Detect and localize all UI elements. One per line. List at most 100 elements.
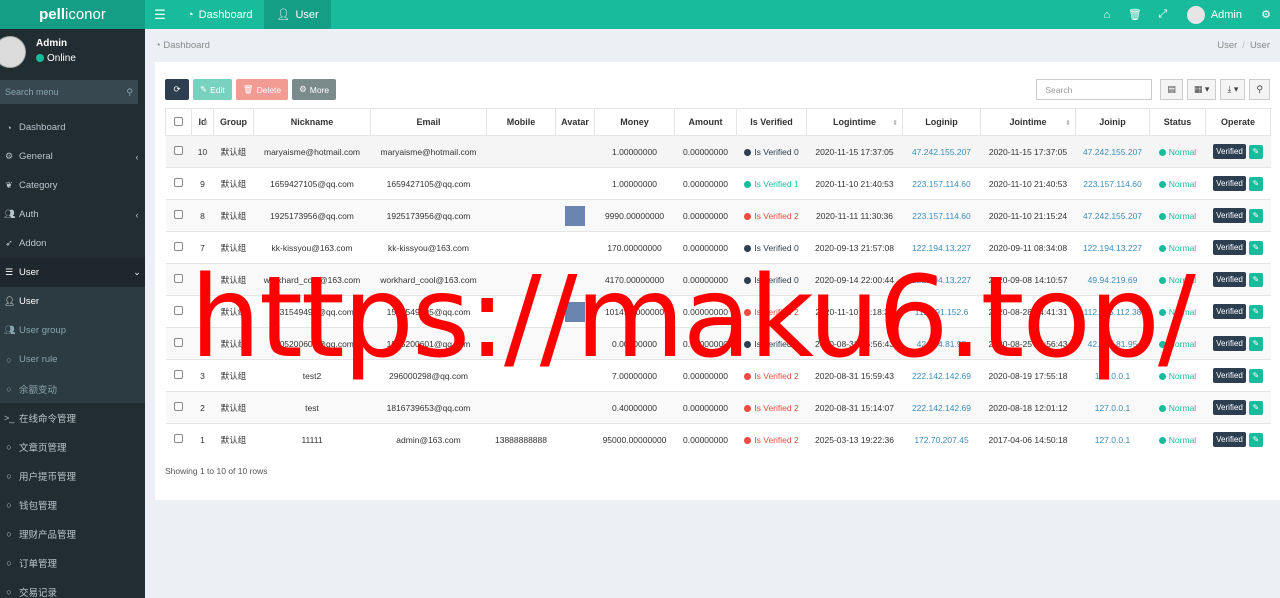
cell-joinip-text[interactable]: 47.242.155.207	[1083, 211, 1142, 221]
sidebar-item-0[interactable]: ◔ Dashboard	[0, 113, 145, 142]
delete-button[interactable]: 🗑︎ Delete	[235, 79, 289, 100]
status-text[interactable]: Normal	[1169, 403, 1196, 413]
cell-verified[interactable]: Is Verified 0	[736, 327, 807, 360]
column-header-6[interactable]: Avatar	[555, 108, 595, 136]
verified-text[interactable]: Is Verified 0	[754, 243, 798, 253]
verified-button[interactable]: Verified	[1213, 240, 1246, 255]
edit-row-button[interactable]: ✎	[1248, 144, 1263, 159]
table-row[interactable]: 1 默认组 11111 admin@163.com 13888888888 95000.0…	[165, 423, 1271, 456]
table-row[interactable]: 6 默认组 workhard_cool@163.com workhard_cool@1…	[165, 263, 1271, 296]
verified-text[interactable]: Is Verified 2	[754, 307, 798, 317]
status-text[interactable]: Normal	[1169, 435, 1196, 445]
sidebar-item-3[interactable]: 👥︎ Auth ‹	[0, 200, 145, 229]
checkbox-icon[interactable]	[174, 178, 183, 187]
cell-loginip-text[interactable]: 223.157.114.60	[912, 179, 970, 189]
checkbox-icon[interactable]	[174, 210, 183, 219]
status-text[interactable]: Normal	[1169, 147, 1196, 157]
cell-joinip[interactable]: 49.94.219.69	[1075, 263, 1150, 296]
verified-text[interactable]: Is Verified 0	[754, 147, 798, 157]
row-checkbox[interactable]	[165, 263, 192, 296]
columns-button[interactable]: ▦ ▾	[1186, 79, 1217, 100]
header-user-menu[interactable]: Admin	[1177, 5, 1252, 24]
row-checkbox[interactable]	[165, 327, 192, 360]
cell-loginip[interactable]: 122.194.13.227	[902, 231, 981, 264]
cell-verified[interactable]: Is Verified 0	[736, 135, 807, 168]
sidebar-item-4[interactable]: ➶ Addon	[0, 229, 145, 258]
column-header-5[interactable]: Mobile	[486, 108, 556, 136]
cell-joinip[interactable]: 47.242.155.207	[1075, 135, 1150, 168]
checkbox-icon[interactable]	[174, 338, 183, 347]
checkbox-icon[interactable]	[174, 306, 183, 315]
verified-button[interactable]: Verified	[1213, 272, 1246, 287]
checkbox-icon[interactable]	[174, 370, 183, 379]
edit-row-button[interactable]: ✎	[1248, 240, 1263, 255]
more-button[interactable]: ⚙ More	[292, 79, 337, 100]
cell-loginip[interactable]: 42.234.81.95	[902, 327, 981, 360]
row-checkbox[interactable]	[165, 167, 192, 200]
avatar-image[interactable]	[565, 301, 585, 322]
cell-verified[interactable]: Is Verified 0	[736, 263, 807, 296]
row-checkbox[interactable]	[165, 135, 192, 168]
verified-text[interactable]: Is Verified 2	[754, 403, 798, 413]
sidebar-item-1[interactable]: ⚙ General ‹	[0, 142, 145, 171]
checkbox-icon[interactable]	[174, 402, 183, 411]
column-header-14[interactable]: Status	[1149, 108, 1206, 136]
app-logo[interactable]: pell iconor	[0, 0, 145, 29]
sidebar-item-10[interactable]: >_ 在线命令管理	[0, 403, 145, 432]
table-row[interactable]: 8 默认组 1925173956@qq.com 1925173956@qq.com 99…	[165, 199, 1271, 232]
cell-loginip[interactable]: 223.157.114.60	[902, 167, 981, 200]
cell-joinip-text[interactable]: 127.0.0.1	[1095, 371, 1130, 381]
verified-button[interactable]: Verified	[1213, 336, 1246, 351]
tab-dashboard[interactable]: ◔ Dashboard	[175, 0, 264, 29]
cell-joinip-text[interactable]: 42.234.81.95	[1088, 339, 1138, 349]
table-row[interactable]: 7 默认组 kk-kissyou@163.com kk-kissyou@163.com…	[165, 231, 1271, 264]
column-header-3[interactable]: Nickname	[253, 108, 371, 136]
cell-status[interactable]: Normal	[1149, 359, 1206, 392]
column-header-4[interactable]: Email	[370, 108, 487, 136]
cell-joinip[interactable]: 127.0.0.1	[1075, 391, 1150, 424]
verified-text[interactable]: Is Verified 2	[754, 211, 798, 221]
cell-joinip[interactable]: 127.0.0.1	[1075, 359, 1150, 392]
checkbox-icon[interactable]	[174, 146, 183, 155]
cell-verified[interactable]: Is Verified 0	[736, 231, 807, 264]
cell-loginip[interactable]: 122.194.13.227	[902, 263, 981, 296]
edit-row-button[interactable]: ✎	[1248, 176, 1263, 191]
row-checkbox[interactable]	[165, 423, 192, 456]
export-button[interactable]: ⤓ ▾	[1220, 79, 1246, 100]
column-header-9[interactable]: Is Verified	[736, 108, 807, 136]
sidebar-item-12[interactable]: ○ 用户提币管理	[0, 461, 145, 490]
cell-status[interactable]: Normal	[1149, 231, 1206, 264]
verified-button[interactable]: Verified	[1213, 400, 1246, 415]
verified-text[interactable]: Is Verified 2	[754, 371, 798, 381]
cell-joinip-text[interactable]: 127.0.0.1	[1095, 435, 1130, 445]
cell-joinip-text[interactable]: 122.194.13.227	[1083, 243, 1142, 253]
cell-loginip-text[interactable]: 172.70.207.45	[914, 435, 968, 445]
verified-button[interactable]: Verified	[1213, 432, 1246, 448]
cell-status[interactable]: Normal	[1149, 327, 1206, 360]
cell-loginip[interactable]: 223.157.114.60	[902, 199, 981, 232]
column-header-15[interactable]: Operate	[1205, 108, 1271, 136]
cell-status[interactable]: Normal	[1149, 167, 1206, 200]
verified-button[interactable]: Verified	[1213, 176, 1246, 191]
verified-button[interactable]: Verified	[1213, 368, 1246, 383]
verified-text[interactable]: Is Verified 1	[754, 179, 798, 189]
column-header-8[interactable]: Amount	[674, 108, 737, 136]
sidebar-search-input[interactable]: Search menu ⚲	[0, 80, 138, 104]
cell-loginip[interactable]: 112.191.152.6	[902, 295, 981, 328]
cell-joinip-text[interactable]: 49.94.219.69	[1088, 275, 1138, 285]
verified-text[interactable]: Is Verified 2	[754, 435, 798, 445]
cell-joinip-text[interactable]: 223.157.114.60	[1083, 179, 1141, 189]
sort-icon[interactable]: ⬍	[892, 119, 898, 127]
sidebar-item-5[interactable]: ☰ User ⌄	[0, 258, 145, 287]
sidebar-toggle-icon[interactable]: ☰	[145, 7, 175, 23]
search-icon[interactable]: ⚲	[126, 87, 133, 98]
cell-verified[interactable]: Is Verified 2	[736, 295, 807, 328]
cell-loginip-text[interactable]: 47.242.155.207	[912, 147, 971, 157]
row-checkbox[interactable]	[165, 295, 192, 328]
cell-status[interactable]: Normal	[1149, 199, 1206, 232]
sort-icon[interactable]: ⬍	[1065, 119, 1071, 127]
edit-button[interactable]: ✎ Edit	[193, 79, 232, 100]
cell-loginip-text[interactable]: 223.157.114.60	[912, 211, 970, 221]
avatar-image[interactable]	[565, 205, 585, 226]
column-header-7[interactable]: Money	[594, 108, 675, 136]
